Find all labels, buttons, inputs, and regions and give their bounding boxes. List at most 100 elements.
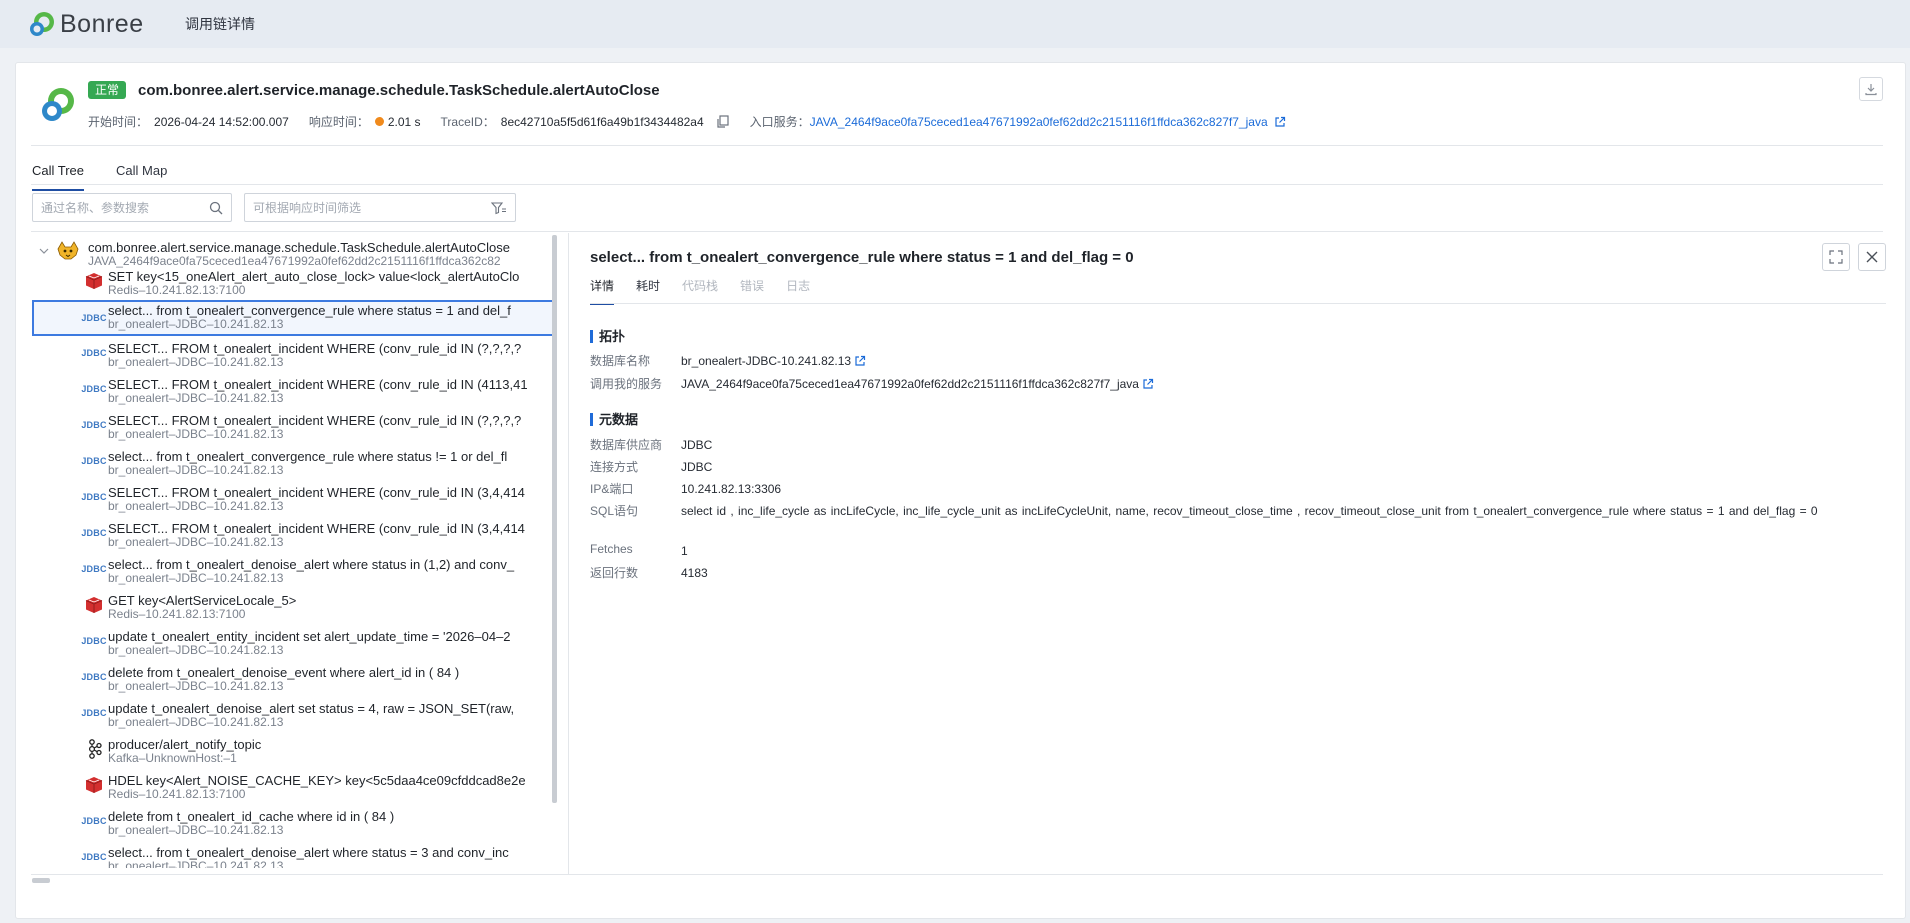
tree-row-title: SELECT... FROM t_onealert_incident WHERE… <box>108 521 525 536</box>
fullscreen-button[interactable] <box>1822 243 1850 271</box>
tree-row-subtitle: Redis–10.241.82.13:7100 <box>108 607 246 621</box>
bonree-logo-icon <box>30 12 54 36</box>
tree-row-subtitle: br_onealert–JDBC–10.241.82.13 <box>108 355 284 369</box>
rows-returned-label: 返回行数 <box>590 566 639 580</box>
chevron-down-icon[interactable] <box>39 246 49 256</box>
tree-row-title: GET key<AlertServiceLocale_5> <box>108 593 297 608</box>
tab-call-tree[interactable]: Call Tree <box>32 159 85 191</box>
trace-id-label: TraceID： <box>440 115 495 129</box>
db-name-row: 数据库名称 br_onealert-JDBC-10.241.82.13 <box>590 352 866 370</box>
tree-row-subtitle: br_onealert–JDBC–10.241.82.13 <box>108 643 284 657</box>
response-time-label: 响应时间： <box>308 115 369 129</box>
pane-divider[interactable] <box>568 233 569 875</box>
tree-row-subtitle: br_onealert–JDBC–10.241.82.13 <box>108 317 284 331</box>
tree-row-subtitle: br_onealert–JDBC–10.241.82.13 <box>108 715 284 729</box>
tab-call-map[interactable]: Call Map <box>116 159 167 191</box>
external-link-icon[interactable] <box>1142 378 1154 390</box>
tree-row[interactable]: JDBC select... from t_onealert_convergen… <box>32 446 568 482</box>
tab-timing[interactable]: 耗时 <box>636 277 660 305</box>
external-link-icon[interactable] <box>1274 116 1286 128</box>
fetches-label: Fetches <box>590 542 633 556</box>
tree-row[interactable]: SET key<15_oneAlert_alert_auto_close_loc… <box>32 266 568 302</box>
tree-row-subtitle: br_onealert–JDBC–10.241.82.13 <box>108 391 284 405</box>
jdbc-icon: JDBC <box>81 564 107 574</box>
tree-row[interactable]: JDBC SELECT... FROM t_onealert_incident … <box>32 410 568 446</box>
tree-row-title: SET key<15_oneAlert_alert_auto_close_loc… <box>108 269 520 284</box>
divider <box>31 145 1883 146</box>
page-title: 调用链详情 <box>185 16 255 32</box>
entry-service-link[interactable]: JAVA_2464f9ace0fa75ceced1ea47671992a0fef… <box>810 115 1268 129</box>
response-filter-input[interactable] <box>253 200 491 215</box>
connection-label: 连接方式 <box>590 460 639 474</box>
response-time-value: 2.01 s <box>387 114 421 129</box>
tree-row[interactable]: JDBC update t_onealert_denoise_alert set… <box>32 698 568 734</box>
tree-row-subtitle: br_onealert–JDBC–10.241.82.13 <box>108 859 284 868</box>
vendor-value: JDBC <box>681 438 713 452</box>
tree-row[interactable]: GET key<AlertServiceLocale_5> Redis–10.2… <box>32 590 568 626</box>
filter-icon[interactable] <box>491 201 507 215</box>
topology-heading: 拓扑 <box>590 330 625 343</box>
search-input[interactable] <box>41 200 209 215</box>
bonree-logo[interactable]: Bonree <box>28 8 144 40</box>
tree-row-subtitle: br_onealert–JDBC–10.241.82.13 <box>108 823 284 837</box>
search-box <box>32 193 232 222</box>
tree-row-title: SELECT... FROM t_onealert_incident WHERE… <box>108 377 528 392</box>
tree-row-title: SELECT... FROM t_onealert_incident WHERE… <box>108 485 525 500</box>
sql-label: SQL语句 <box>590 504 639 518</box>
tab-logs[interactable]: 日志 <box>786 277 810 305</box>
tree-row[interactable]: JDBC select... from t_onealert_denoise_a… <box>32 554 568 590</box>
jdbc-icon: JDBC <box>81 708 107 718</box>
tree-row[interactable]: JDBC SELECT... FROM t_onealert_incident … <box>32 338 568 374</box>
tree-row[interactable]: JDBC update t_onealert_entity_incident s… <box>32 626 568 662</box>
tree-row[interactable]: HDEL key<Alert_NOISE_CACHE_KEY> key<5c5d… <box>32 770 568 806</box>
db-name-link[interactable]: br_onealert-JDBC-10.241.82.13 <box>681 352 851 370</box>
jdbc-icon: JDBC <box>81 384 107 394</box>
tree-row-subtitle: br_onealert–JDBC–10.241.82.13 <box>108 499 284 513</box>
tree-horizontal-scrollbar[interactable] <box>32 878 50 883</box>
tree-row[interactable]: JDBC delete from t_onealert_id_cache whe… <box>32 806 568 842</box>
tab-stack[interactable]: 代码栈 <box>682 277 718 305</box>
tree-row-subtitle: br_onealert–JDBC–10.241.82.13 <box>108 463 284 477</box>
tree-row-subtitle: br_onealert–JDBC–10.241.82.13 <box>108 679 284 693</box>
tree-row[interactable]: JDBC SELECT... FROM t_onealert_incident … <box>32 374 568 410</box>
tree-row[interactable]: JDBC SELECT... FROM t_onealert_incident … <box>32 518 568 554</box>
tab-details[interactable]: 详情 <box>590 277 615 305</box>
expand-icon <box>1829 250 1843 264</box>
tree-row-selected[interactable]: JDBC select... from t_onealert_convergen… <box>32 300 556 336</box>
tree-row[interactable]: JDBC select... from t_onealert_denoise_a… <box>32 842 568 868</box>
vendor-label: 数据库供应商 <box>590 438 663 452</box>
external-link-icon[interactable] <box>854 355 866 367</box>
tree-row-title: select... from t_onealert_convergence_ru… <box>108 449 508 464</box>
tree-row-subtitle: Kafka–UnknownHost:–1 <box>108 751 237 765</box>
tree-row[interactable]: JDBC delete from t_onealert_denoise_even… <box>32 662 568 698</box>
tomcat-icon <box>57 241 79 260</box>
rows-returned-row: 返回行数 4183 <box>590 564 708 582</box>
tree-row-title: update t_onealert_denoise_alert set stat… <box>108 701 515 716</box>
download-button[interactable] <box>1859 77 1883 101</box>
tree-root-title: com.bonree.alert.service.manage.schedule… <box>88 240 511 255</box>
kafka-icon <box>84 739 104 759</box>
rows-returned-value: 4183 <box>681 566 708 580</box>
trace-title: com.bonree.alert.service.manage.schedule… <box>138 82 660 99</box>
ip-port-label: IP&端口 <box>590 482 634 496</box>
trace-meta: 开始时间： 2026-04-24 14:52:00.007 响应时间： 2.01… <box>88 113 1286 130</box>
tree-row-title: producer/alert_notify_topic <box>108 737 262 752</box>
caller-service-link[interactable]: JAVA_2464f9ace0fa75ceced1ea47671992a0fef… <box>681 375 1139 393</box>
close-button[interactable] <box>1858 243 1886 271</box>
search-icon[interactable] <box>209 201 223 215</box>
tree-row-title: update t_onealert_entity_incident set al… <box>108 629 511 644</box>
tree-vertical-scrollbar[interactable] <box>552 235 557 803</box>
tree-row[interactable]: producer/alert_notify_topic Kafka–Unknow… <box>32 734 568 770</box>
tree-row-title: delete from t_onealert_id_cache where id… <box>108 809 395 824</box>
caller-row: 调用我的服务 JAVA_2464f9ace0fa75ceced1ea476719… <box>590 375 1154 393</box>
copy-icon[interactable] <box>716 114 730 129</box>
jdbc-icon: JDBC <box>81 420 107 430</box>
jdbc-icon: JDBC <box>81 816 107 826</box>
db-name-label: 数据库名称 <box>590 354 651 368</box>
tree-row[interactable]: JDBC SELECT... FROM t_onealert_incident … <box>32 482 568 518</box>
tab-errors[interactable]: 错误 <box>740 277 764 305</box>
tree-row-subtitle: br_onealert–JDBC–10.241.82.13 <box>108 571 284 585</box>
status-badge: 正常 <box>88 81 127 99</box>
sql-row: SQL语句 select id , inc_life_cycle as incL… <box>590 502 1886 520</box>
tree-row-title: SELECT... FROM t_onealert_incident WHERE… <box>108 413 522 428</box>
